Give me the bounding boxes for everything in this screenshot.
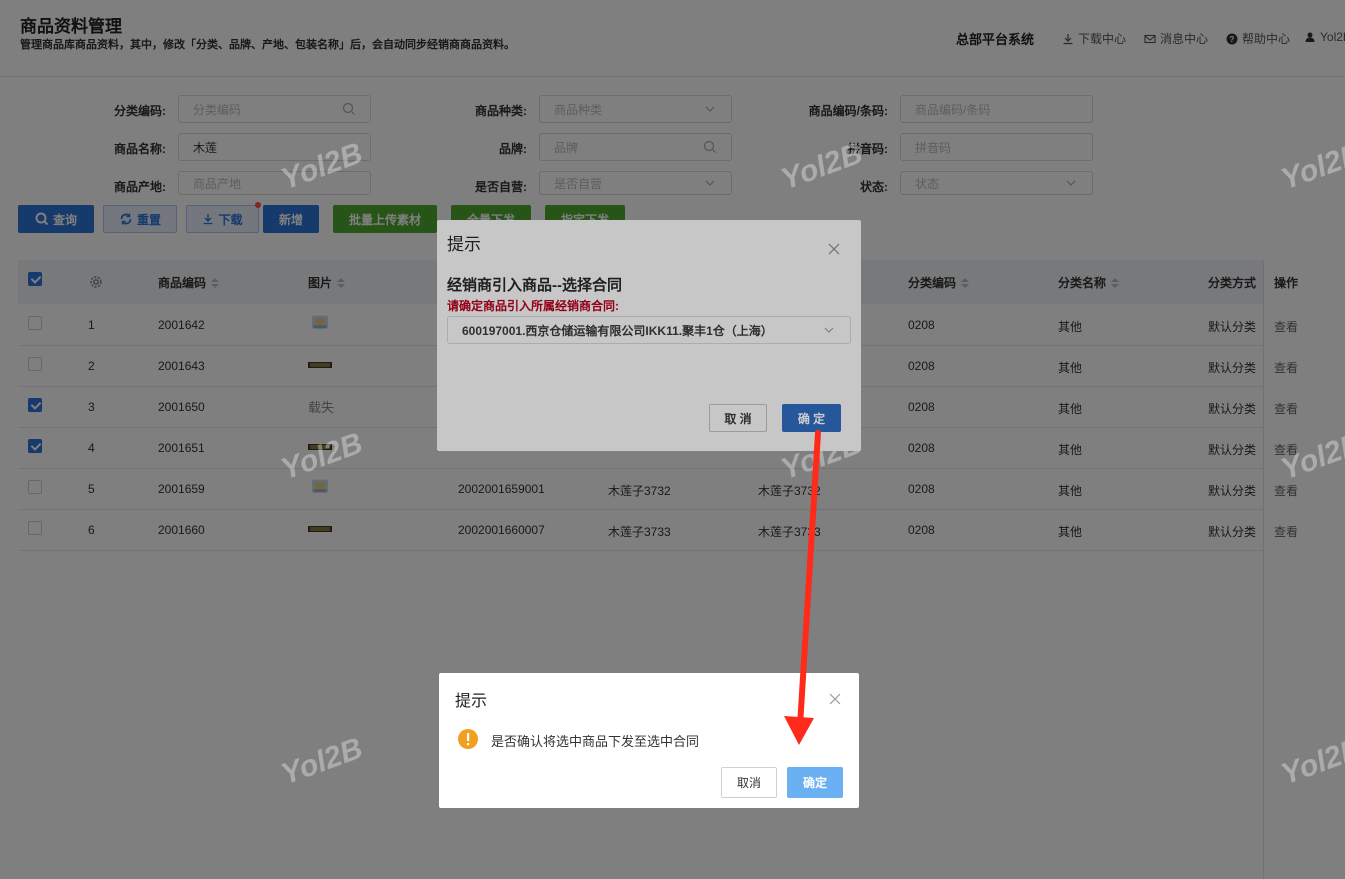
annotation-arrow [784, 430, 821, 745]
